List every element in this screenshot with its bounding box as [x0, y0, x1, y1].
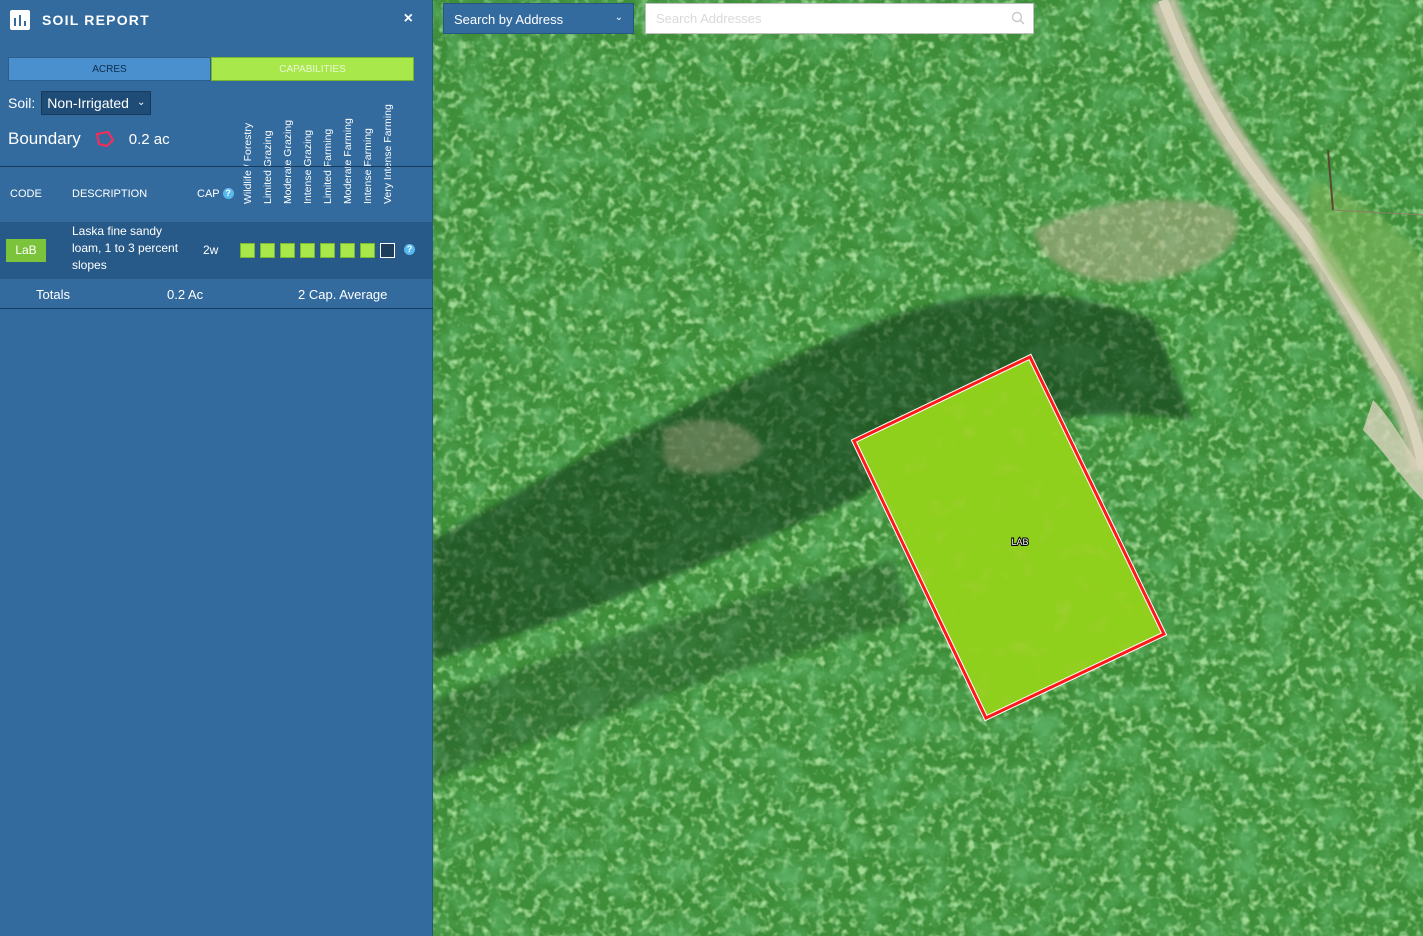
capability-header-label: Wildlife / Forestry: [242, 122, 254, 204]
close-icon[interactable]: ×: [404, 10, 413, 28]
boundary-polygon-icon: [95, 130, 115, 148]
capability-header-8: Very Intense Farming: [382, 92, 396, 204]
soil-type-select[interactable]: Non-Irrigated ⌄: [41, 91, 152, 115]
tab-capabilities[interactable]: CAPABILITIES: [211, 57, 414, 81]
panel-header: SOIL REPORT ×: [10, 10, 425, 32]
capability-square: [320, 243, 335, 258]
panel-title: SOIL REPORT: [42, 12, 150, 28]
report-tabs: ACRES CAPABILITIES: [8, 57, 414, 81]
totals-acres: 0.2 Ac: [167, 287, 204, 302]
column-header-description: DESCRIPTION: [72, 188, 148, 200]
capability-square: [260, 243, 275, 258]
capability-header-1: Wildlife / Forestry: [242, 92, 256, 204]
boundary-summary: Boundary 0.2 ac: [8, 129, 170, 149]
table-row[interactable]: LaB Laska fine sandy loam, 1 to 3 percen…: [0, 222, 433, 279]
capability-square: [300, 243, 315, 258]
search-type-label: Search by Address: [454, 12, 564, 27]
capability-header-4: Intense Grazing: [302, 92, 316, 204]
chevron-down-icon: ⌄: [614, 12, 623, 23]
parcel-label: LAB: [1011, 537, 1028, 547]
soil-cap-class: 2w: [203, 243, 219, 257]
capability-square: [240, 243, 255, 258]
soil-code-badge[interactable]: LaB: [6, 239, 46, 262]
search-type-dropdown[interactable]: Search by Address ⌄: [443, 3, 634, 34]
help-icon[interactable]: ?: [222, 188, 234, 199]
boundary-acres: 0.2 ac: [128, 130, 170, 148]
capability-header-7: Intense Farming: [362, 92, 376, 204]
soil-report-panel: SOIL REPORT × ACRES CAPABILITIES Soil: N…: [0, 0, 433, 936]
totals-label: Totals: [36, 287, 70, 302]
soil-description: Laska fine sandy loam, 1 to 3 percent sl…: [72, 224, 179, 272]
capability-header-label: Moderate Farming: [342, 118, 354, 204]
capability-header-label: Very Intense Farming: [382, 104, 394, 204]
capability-header-label: Limited Grazing: [262, 130, 274, 204]
chevron-down-icon: ⌄: [136, 97, 146, 108]
capability-headers: Wildlife / Forestry Limited Grazing Modera…: [242, 92, 412, 204]
bar-chart-icon: [10, 10, 30, 30]
capability-header-5: Limited Farming: [322, 92, 336, 204]
row-help-icon[interactable]: ?: [404, 244, 415, 255]
capability-header-label: Moderate Grazing: [282, 119, 294, 204]
capability-header-3: Moderate Grazing: [282, 92, 296, 204]
capability-square: [280, 243, 295, 258]
column-header-code: CODE: [10, 188, 42, 200]
satellite-map[interactable]: LAB: [433, 0, 1423, 936]
totals-cap-average: 2 Cap. Average: [298, 287, 388, 302]
soil-type-value: Non-Irrigated: [47, 95, 129, 111]
address-search: [645, 3, 1034, 34]
search-input[interactable]: [654, 4, 998, 33]
divider: [0, 308, 433, 309]
column-header-cap: CAP?: [197, 188, 234, 200]
capability-square: [340, 243, 355, 258]
capability-square: [380, 243, 395, 258]
search-icon[interactable]: [1011, 11, 1025, 25]
satellite-imagery: LAB: [433, 0, 1423, 936]
boundary-label: Boundary: [8, 129, 81, 148]
divider: [0, 166, 433, 167]
capability-header-2: Limited Grazing: [262, 92, 276, 204]
soil-label: Soil:: [8, 95, 36, 111]
soil-type-row: Soil: Non-Irrigated ⌄: [8, 91, 152, 115]
capability-square: [360, 243, 375, 258]
capability-header-6: Moderate Farming: [342, 92, 356, 204]
totals-row: Totals 0.2 Ac 2 Cap. Average: [0, 283, 433, 307]
cap-label: CAP: [197, 188, 220, 200]
tab-acres[interactable]: ACRES: [8, 57, 211, 81]
